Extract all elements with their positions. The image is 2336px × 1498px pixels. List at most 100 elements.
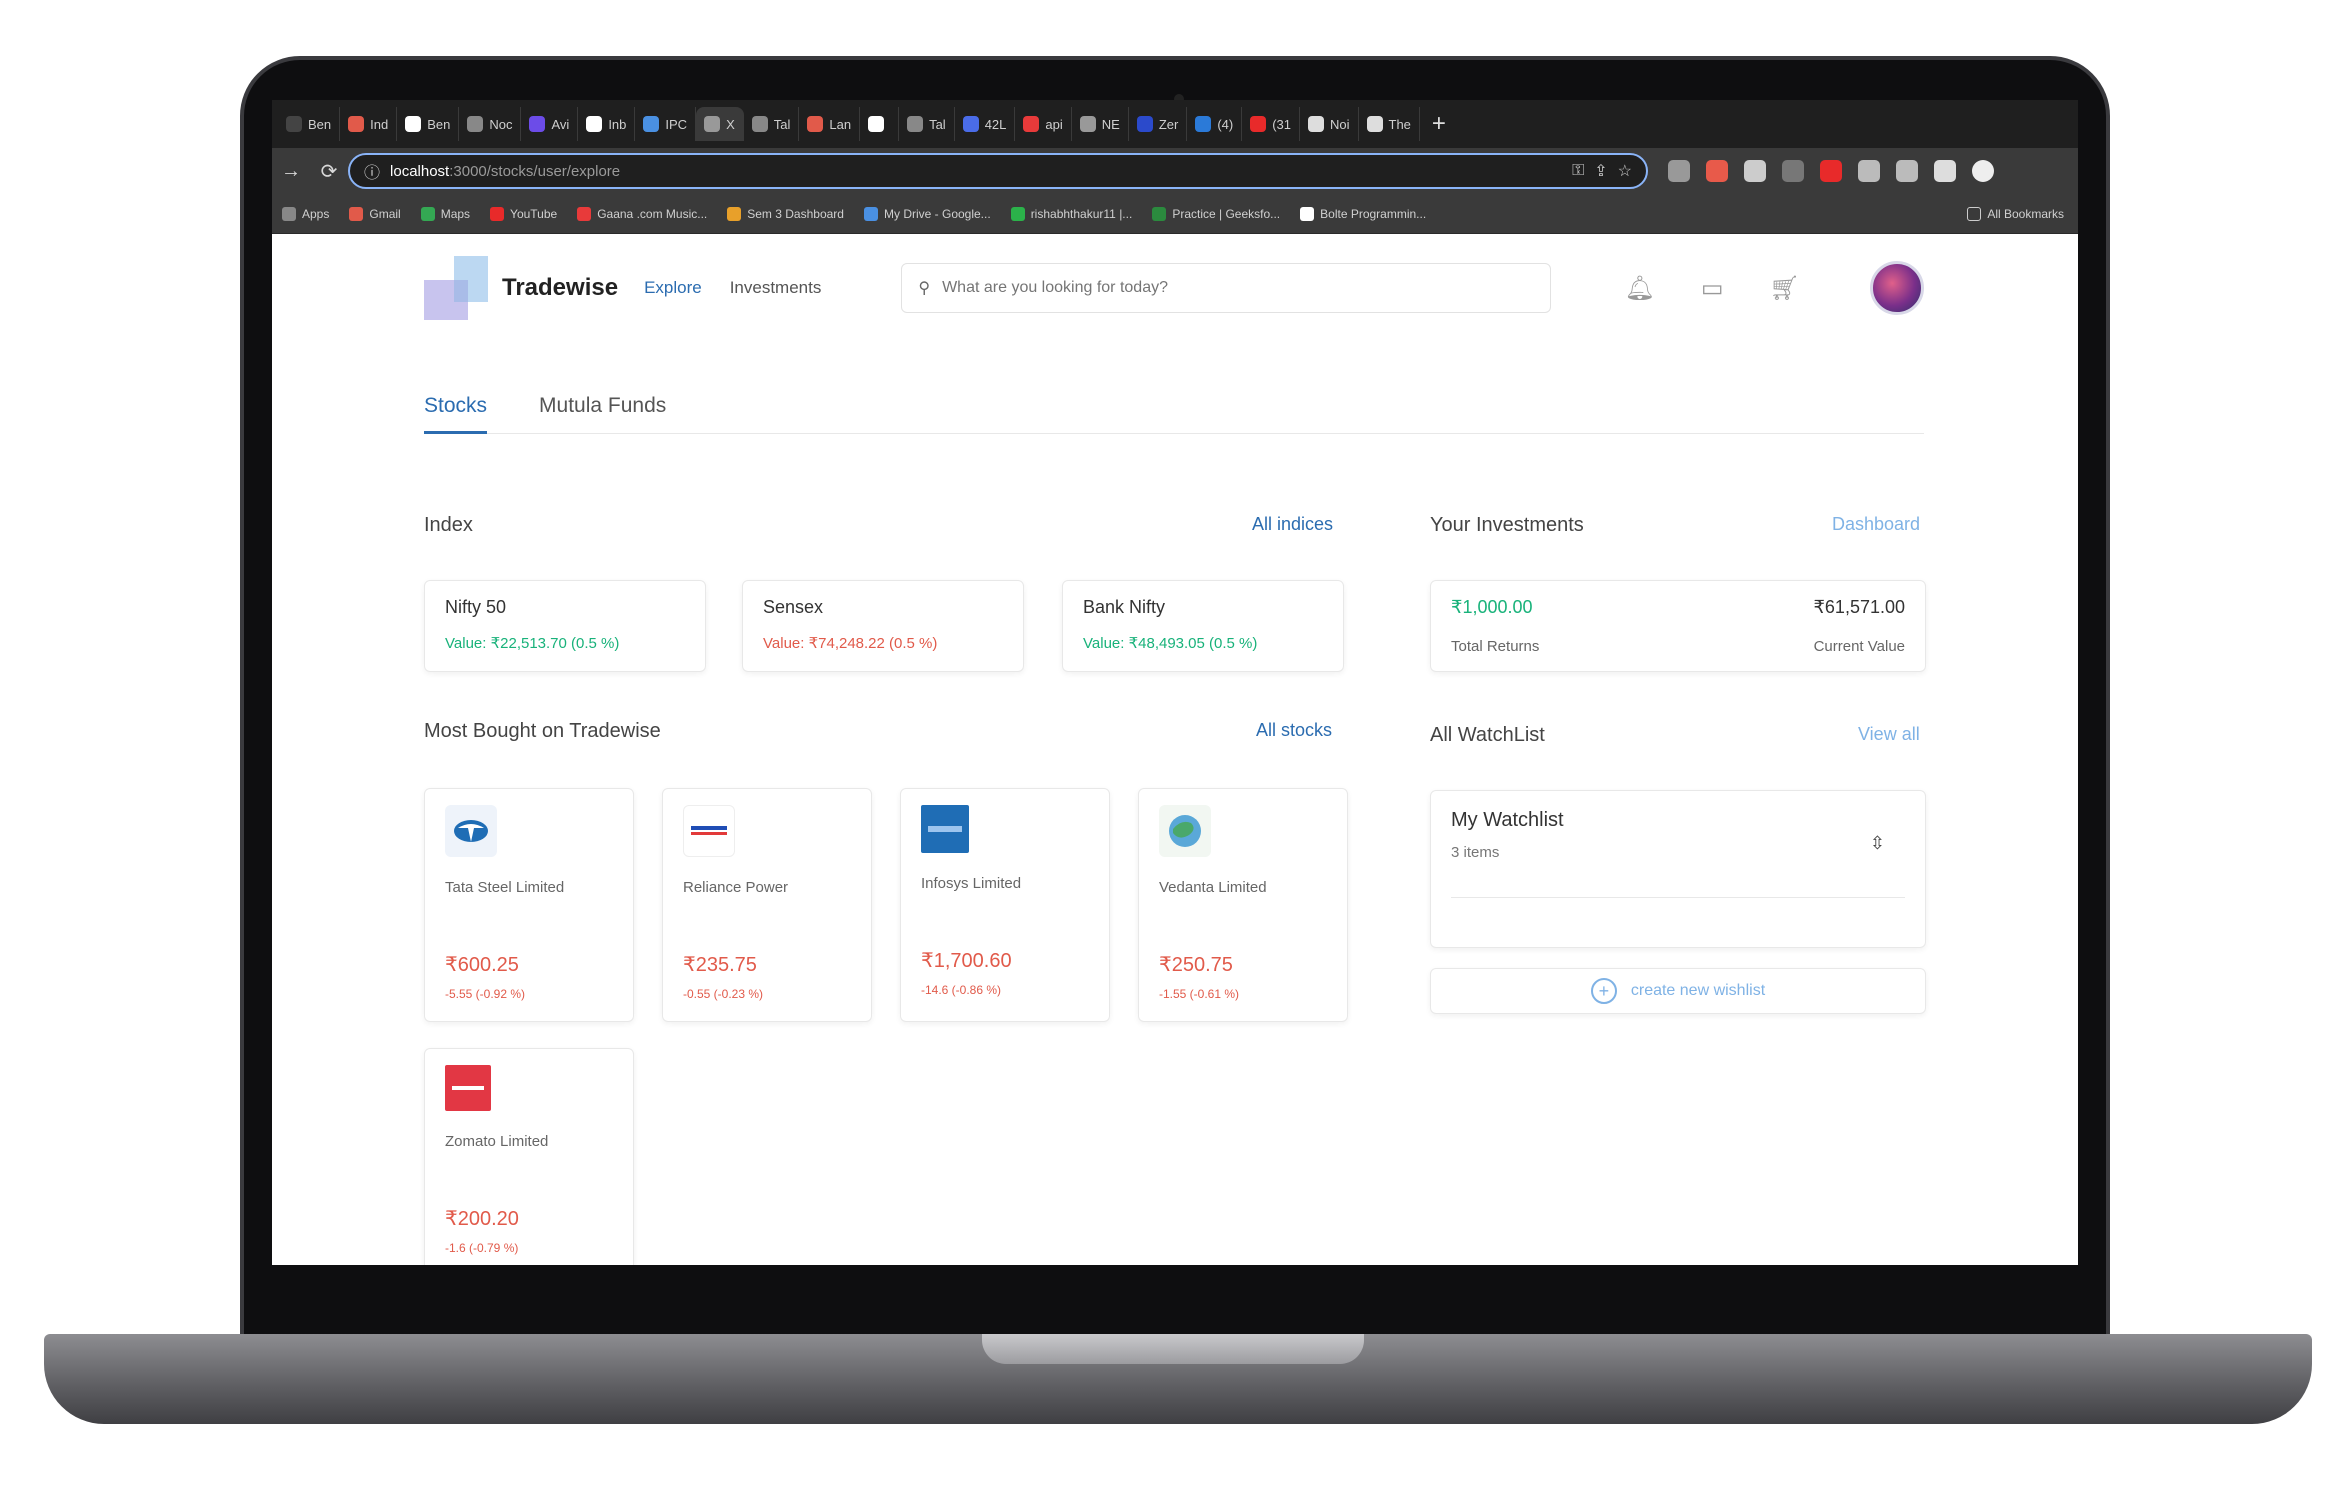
site-info-icon[interactable]: ⓘ (364, 159, 380, 183)
search-input[interactable] (942, 279, 1535, 297)
tab-favicon-icon (868, 116, 885, 132)
browser-tab[interactable]: (4) (1187, 107, 1243, 141)
extension-icon[interactable] (1668, 160, 1690, 182)
tab-mutual-funds[interactable]: Mutula Funds (539, 384, 666, 433)
stock-card[interactable]: Infosys Limited ₹1,700.60 -14.6 (-0.86 %… (900, 788, 1110, 1022)
bookmark-item[interactable]: YouTube (490, 206, 558, 221)
browser-tab[interactable]: NE (1072, 107, 1129, 141)
stock-price: ₹200.20 (445, 1208, 519, 1230)
stock-card[interactable]: Zomato Limited ₹200.20 -1.6 (-0.79 %) (424, 1048, 634, 1265)
tata-logo-icon (445, 805, 497, 857)
avatar[interactable] (1870, 261, 1924, 315)
index-card-sensex[interactable]: Sensex Value: ₹74,248.22 (0.5 %) (742, 580, 1024, 672)
browser-tab[interactable]: Tal (744, 107, 800, 141)
stock-name: Infosys Limited (921, 875, 1022, 892)
bookmark-item[interactable]: Gaana .com Music... (577, 206, 707, 221)
browser-tab[interactable]: Avi (521, 107, 579, 141)
browser-tab[interactable]: Ben (278, 107, 341, 141)
tradewise-logo-icon[interactable] (424, 256, 488, 320)
browser-tab[interactable]: The (1359, 107, 1420, 141)
browser-tab[interactable]: Noc (459, 107, 522, 141)
index-card-nifty[interactable]: Nifty 50 Value: ₹22,513.70 (0.5 %) (424, 580, 706, 672)
browser-tab[interactable] (860, 107, 900, 141)
all-bookmarks[interactable]: All Bookmarks (1967, 206, 2064, 221)
index-name: Nifty 50 (445, 597, 507, 617)
browser-tab[interactable]: api (1015, 107, 1072, 141)
stock-card[interactable]: Reliance Power ₹235.75 -0.55 (-0.23 %) (662, 788, 872, 1022)
url-text[interactable]: localhost:3000/stocks/user/explore (390, 163, 1562, 180)
all-stocks-link[interactable]: All stocks (1256, 720, 1332, 741)
share-icon[interactable]: ⇪ (1594, 161, 1607, 181)
bookmark-item[interactable]: Sem 3 Dashboard (727, 206, 844, 221)
create-watchlist-button[interactable]: + create new wishlist (1430, 968, 1926, 1014)
bookmark-item[interactable]: Gmail (349, 206, 401, 221)
cart-icon[interactable]: 🛒︎ (1770, 274, 1800, 303)
view-all-link[interactable]: View all (1858, 724, 1920, 745)
browser-tab[interactable]: Inb (578, 107, 636, 141)
wallet-icon[interactable]: ▭ (1701, 274, 1724, 303)
omnibox[interactable]: ⓘ localhost:3000/stocks/user/explore ⚿ ⇪… (348, 153, 1648, 189)
browser-tab[interactable]: IPC (635, 107, 697, 141)
bookmark-item[interactable]: Bolte Programmin... (1300, 206, 1426, 221)
dashboard-link[interactable]: Dashboard (1832, 514, 1920, 535)
bookmarks-list: Apps Gmail Maps YouTube Gaana .com Music... S… (282, 206, 1426, 221)
bookmark-item[interactable]: rishabhthakur11 |... (1010, 206, 1132, 221)
stock-price: ₹600.25 (445, 954, 519, 976)
brand-name[interactable]: Tradewise (502, 274, 618, 302)
index-value: Value: ₹74,248.22 (0.5 %) (763, 635, 938, 652)
bookmark-item[interactable]: Maps (420, 206, 470, 221)
bookmark-item[interactable]: Apps (282, 206, 329, 221)
stock-card[interactable]: Vedanta Limited ₹250.75 -1.55 (-0.61 %) (1138, 788, 1348, 1022)
sort-icon[interactable]: ⇳ (1870, 833, 1885, 854)
tab-label: Inb (608, 116, 627, 132)
browser-tab[interactable]: Zer (1129, 107, 1188, 141)
media-icon[interactable] (1896, 160, 1918, 182)
all-indices-link[interactable]: All indices (1252, 514, 1333, 535)
app: Tradewise Explore Investments ⚲ 🔔︎ ▭ 🛒︎ … (272, 234, 2078, 1265)
reload-icon[interactable]: ⟳ (310, 159, 348, 184)
nav-explore[interactable]: Explore (644, 278, 702, 298)
browser-tab[interactable]: Ben (397, 107, 460, 141)
browser-tab[interactable]: (31 (1242, 107, 1300, 141)
nav-investments[interactable]: Investments (730, 278, 822, 298)
bookmark-label: YouTube (510, 206, 558, 221)
stock-card[interactable]: Tata Steel Limited ₹600.25 -5.55 (-0.92 … (424, 788, 634, 1022)
investments-card[interactable]: ₹1,000.00 ₹61,571.00 Total Returns Curre… (1430, 580, 1926, 672)
browser-tab[interactable]: 42L (955, 107, 1016, 141)
browser-tab[interactable]: Tal (899, 107, 955, 141)
tab-label: X (726, 116, 735, 132)
browser-tab[interactable]: Noi (1300, 107, 1359, 141)
new-tab-button[interactable]: + (1420, 110, 1458, 138)
key-icon[interactable]: ⚿ (1572, 162, 1584, 180)
tab-favicon-icon (286, 116, 302, 132)
bookmark-item[interactable]: Practice | Geeksfo... (1152, 206, 1281, 221)
bookmark-favicon-icon (863, 206, 878, 221)
star-icon[interactable]: ☆ (1618, 161, 1632, 181)
bookmark-label: My Drive - Google... (883, 206, 991, 221)
search-box[interactable]: ⚲ (901, 263, 1552, 313)
browser-tab[interactable]: X (696, 107, 744, 141)
index-card-bank-nifty[interactable]: Bank Nifty Value: ₹48,493.05 (0.5 %) (1062, 580, 1344, 672)
total-returns-label: Total Returns (1451, 638, 1540, 655)
stock-price: ₹250.75 (1159, 954, 1233, 976)
bookmark-label: Practice | Geeksfo... (1172, 206, 1281, 221)
extension-icon[interactable] (1744, 160, 1766, 182)
browser-tab[interactable]: Lan (799, 107, 861, 141)
tab-stocks[interactable]: Stocks (424, 384, 488, 434)
puzzle-icon[interactable] (1858, 160, 1880, 182)
bookmark-item[interactable]: My Drive - Google... (863, 206, 991, 221)
watchlist-title: All WatchList (1430, 724, 1545, 746)
forward-icon[interactable]: → (272, 160, 310, 183)
extension-icon[interactable] (1820, 160, 1842, 182)
most-bought-title: Most Bought on Tradewise (424, 720, 661, 742)
profile-icon[interactable] (1972, 160, 1994, 182)
sidepanel-icon[interactable] (1934, 160, 1956, 182)
browser-tab[interactable]: Ind (340, 107, 398, 141)
bell-icon[interactable]: 🔔︎ (1624, 274, 1654, 303)
bookmark-favicon-icon (1010, 206, 1025, 221)
extension-icon[interactable] (1706, 160, 1728, 182)
stock-change: -5.55 (-0.92 %) (445, 987, 526, 1001)
watchlist-card[interactable]: My Watchlist 3 items ⇳ (1430, 790, 1926, 948)
extension-icon[interactable] (1782, 160, 1804, 182)
investments-title: Your Investments (1430, 514, 1584, 536)
